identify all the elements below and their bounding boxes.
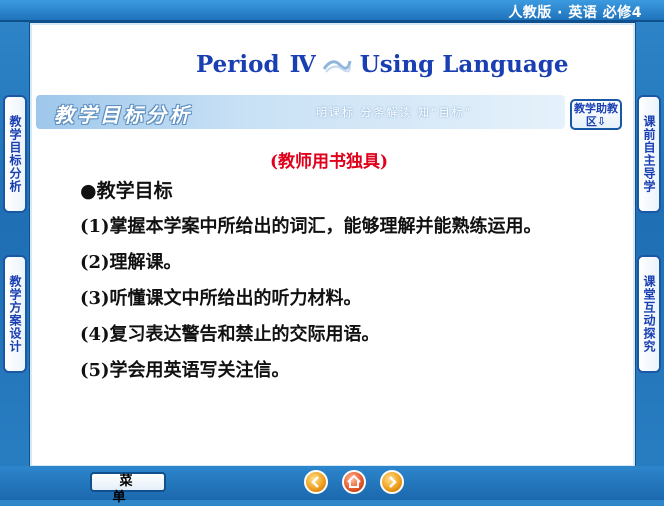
objective-item: (4)复习表达警告和禁止的交际用语。 xyxy=(80,324,380,345)
content-panel: Period Ⅳ Using Language 教学目标分析 明课标 分条解读 知… xyxy=(29,22,636,468)
banner-title: 教学目标分析 xyxy=(54,103,192,127)
course-title: 人教版 · 英语 必修4 xyxy=(508,5,642,21)
forward-arrow-icon xyxy=(389,476,397,488)
tab-plan-design[interactable]: 教学方案设计 xyxy=(3,255,27,373)
menu-button[interactable]: 菜单 xyxy=(90,472,166,505)
objective-item: (5)学会用英语写关注信。 xyxy=(80,360,290,381)
objectives-heading: ●教学目标 xyxy=(80,180,173,202)
back-icon[interactable] xyxy=(304,470,328,494)
tab-objectives-analysis[interactable]: 教学目标分析 xyxy=(3,95,27,213)
top-bar: 人教版 · 英语 必修4 xyxy=(0,0,664,22)
section-banner: 教学目标分析 明课标 分条解读 知“目标” xyxy=(36,95,565,129)
lesson-topic: Using Language xyxy=(359,51,569,78)
lesson-title: Period Ⅳ Using Language xyxy=(196,51,568,78)
objectives-section: ●教学目标 (1)掌握本学案中所给出的词汇，能够理解并能熟练运用。 (2)理解课… xyxy=(60,173,630,389)
banner-subtitle: 明课标 分条解读 知“目标” xyxy=(316,106,473,119)
objective-item: (1)掌握本学案中所给出的词汇，能够理解并能熟练运用。 xyxy=(80,216,542,237)
teaching-help-button[interactable]: 教学助教区⇩ xyxy=(570,99,622,130)
objective-item: (3)听懂课文中所给出的听力材料。 xyxy=(80,288,362,309)
tab-pre-class[interactable]: 课前自主导学 xyxy=(637,95,661,213)
period-number: Ⅳ xyxy=(289,51,316,78)
house-icon xyxy=(347,474,361,488)
forward-icon[interactable] xyxy=(380,470,404,494)
back-arrow-icon xyxy=(311,476,319,488)
period-label: Period xyxy=(196,51,280,78)
teacher-note: (教师用书独具) xyxy=(270,152,389,172)
objective-item: (2)理解课。 xyxy=(80,252,182,273)
home-icon[interactable] xyxy=(342,470,366,494)
wave-icon xyxy=(322,60,352,73)
tab-in-class[interactable]: 课堂互动探究 xyxy=(637,255,661,373)
